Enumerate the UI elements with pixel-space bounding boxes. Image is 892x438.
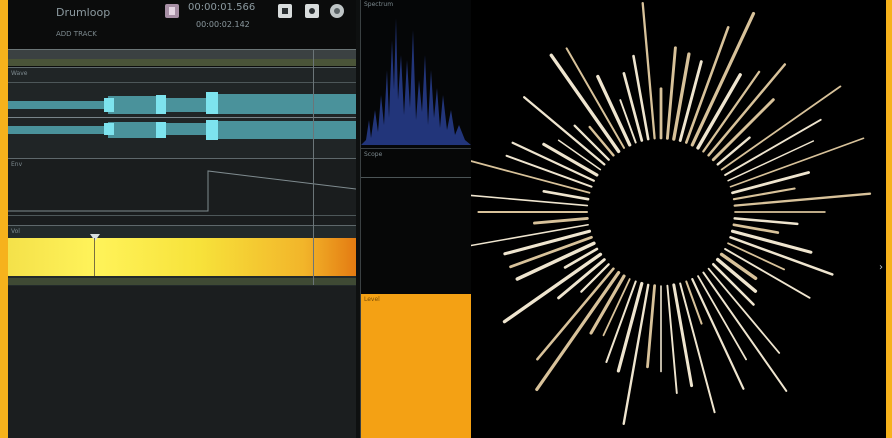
visualizer-ray (672, 52, 691, 141)
timeline-scrollbar[interactable] (8, 59, 356, 66)
timeline-ruler[interactable] (8, 49, 356, 59)
scope-label: Scope (364, 151, 383, 158)
time-main: 00:00:01.566 (188, 2, 256, 13)
track-title: Drumloop (56, 6, 111, 19)
track-envelope[interactable]: Env (8, 158, 356, 225)
scope-axis (361, 177, 471, 178)
visualizer-panel: › (471, 0, 886, 438)
settings-button[interactable] (330, 4, 344, 18)
scope-panel: Scope (360, 149, 471, 294)
visualizer-ray (533, 216, 589, 225)
visualizer-ray (732, 223, 780, 234)
stop-button[interactable] (278, 4, 292, 18)
visualizer-ray (702, 70, 761, 153)
level-panel: Level (360, 294, 471, 438)
volume-gradient (8, 238, 356, 276)
visualizer-ray (672, 283, 694, 388)
record-button[interactable] (305, 4, 319, 18)
side-handle-icon[interactable]: › (879, 262, 883, 273)
waveform (8, 82, 356, 140)
track-footer (8, 278, 356, 285)
time-sub: 00:00:02.142 (196, 20, 250, 29)
visualizer-ray (691, 278, 745, 390)
envelope-line (8, 170, 356, 216)
record-icon (309, 8, 315, 14)
visualizer-ray (632, 54, 650, 141)
gear-icon (334, 8, 340, 14)
track-waveform[interactable]: Wave (8, 67, 356, 158)
playhead-marker-icon[interactable] (90, 234, 100, 241)
cursor-line[interactable] (313, 49, 314, 285)
visualizer-ray (729, 137, 865, 188)
visualizer-ray (542, 190, 590, 201)
empty-area (8, 286, 356, 438)
radial-visualizer (471, 1, 872, 425)
audio-app-window: Drumloop ADD TRACK 00:00:01.566 00:00:02… (8, 0, 886, 438)
track-label: Vol (11, 228, 20, 235)
spectrum-panel: Spectrum (360, 0, 471, 149)
level-label: Level (364, 296, 380, 303)
track-volume[interactable]: Vol (8, 225, 356, 286)
visualizer-core (591, 142, 731, 282)
record-icon (169, 7, 175, 15)
playhead-line (94, 238, 95, 276)
visualizer-ray (733, 217, 799, 226)
track-subtitle[interactable]: ADD TRACK (56, 30, 97, 38)
record-arm-button[interactable] (165, 4, 179, 18)
spectrum-graph (361, 18, 471, 145)
stop-icon (282, 8, 288, 14)
visualizer-ray (665, 46, 677, 140)
visualizer-ray (646, 284, 657, 369)
